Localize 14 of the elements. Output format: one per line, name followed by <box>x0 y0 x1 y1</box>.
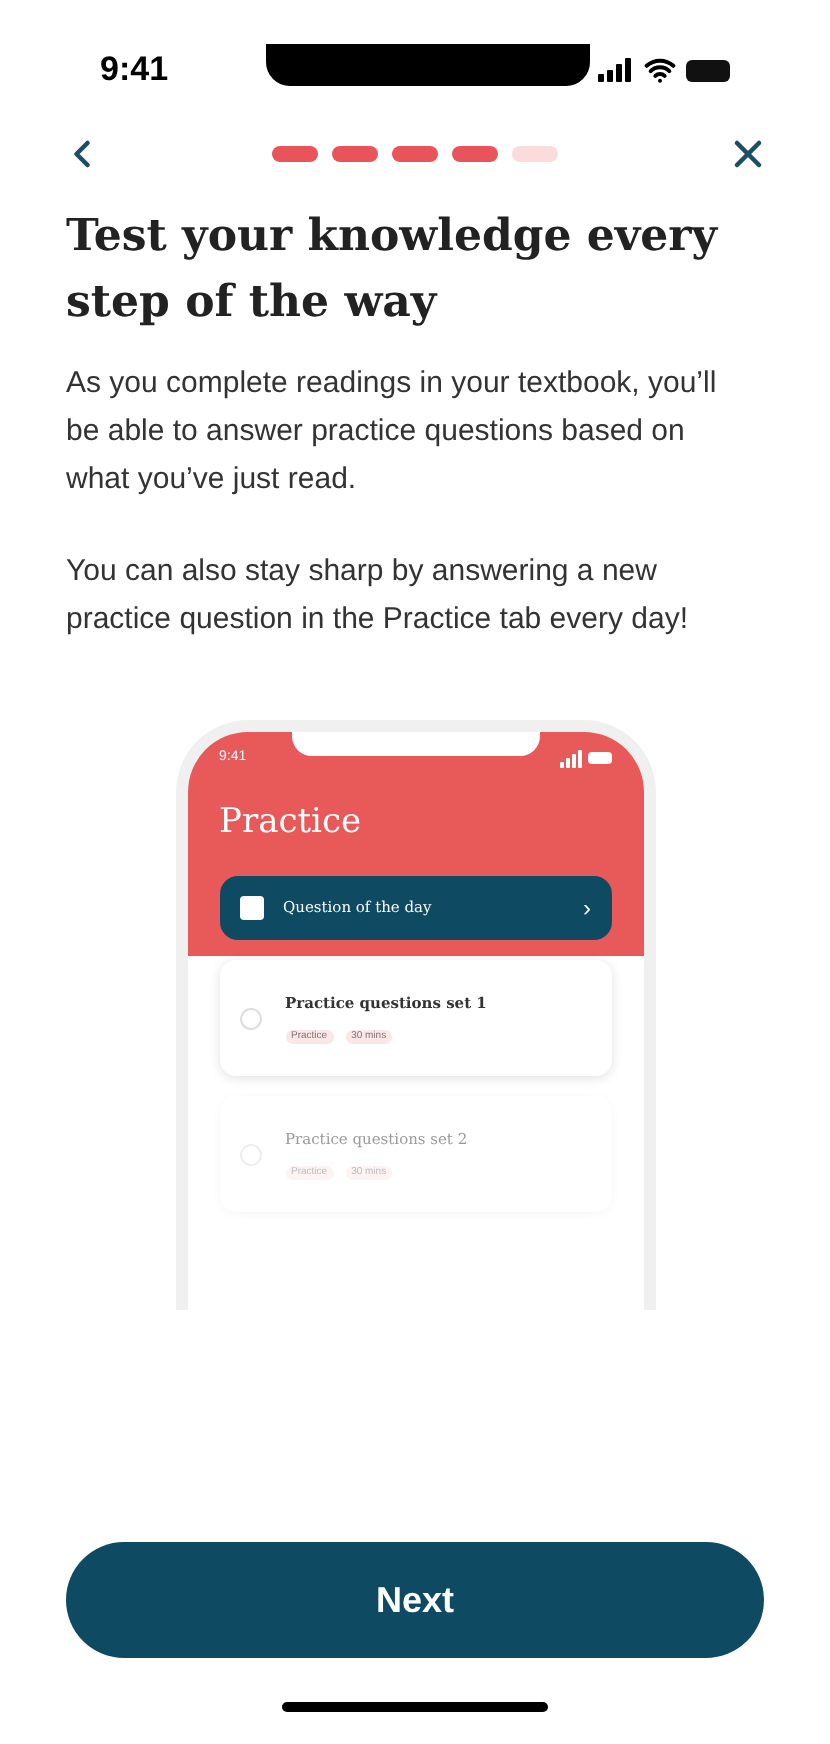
battery-icon <box>587 752 611 765</box>
status-time: 9:41 <box>100 48 169 93</box>
next-button[interactable]: Next <box>66 1542 764 1658</box>
mockup-heading: Practice <box>219 799 364 845</box>
checkbox-icon <box>239 896 263 920</box>
wifi-icon <box>644 54 676 86</box>
radio-icon <box>239 1007 261 1029</box>
arrow-icon: › <box>583 890 591 926</box>
battery-icon <box>686 59 730 81</box>
signal-icon <box>559 749 583 768</box>
signal-icon <box>598 58 634 82</box>
body-text: You can also stay sharp by answering a new practice question in the Practice tab every day! <box>66 552 691 640</box>
body-text: As you complete readings in your textbook, you’ll be able to answer practice questions based on what you’ve just read. <box>66 364 719 500</box>
page-title: Test your knowledge every step of the way <box>64 208 720 332</box>
